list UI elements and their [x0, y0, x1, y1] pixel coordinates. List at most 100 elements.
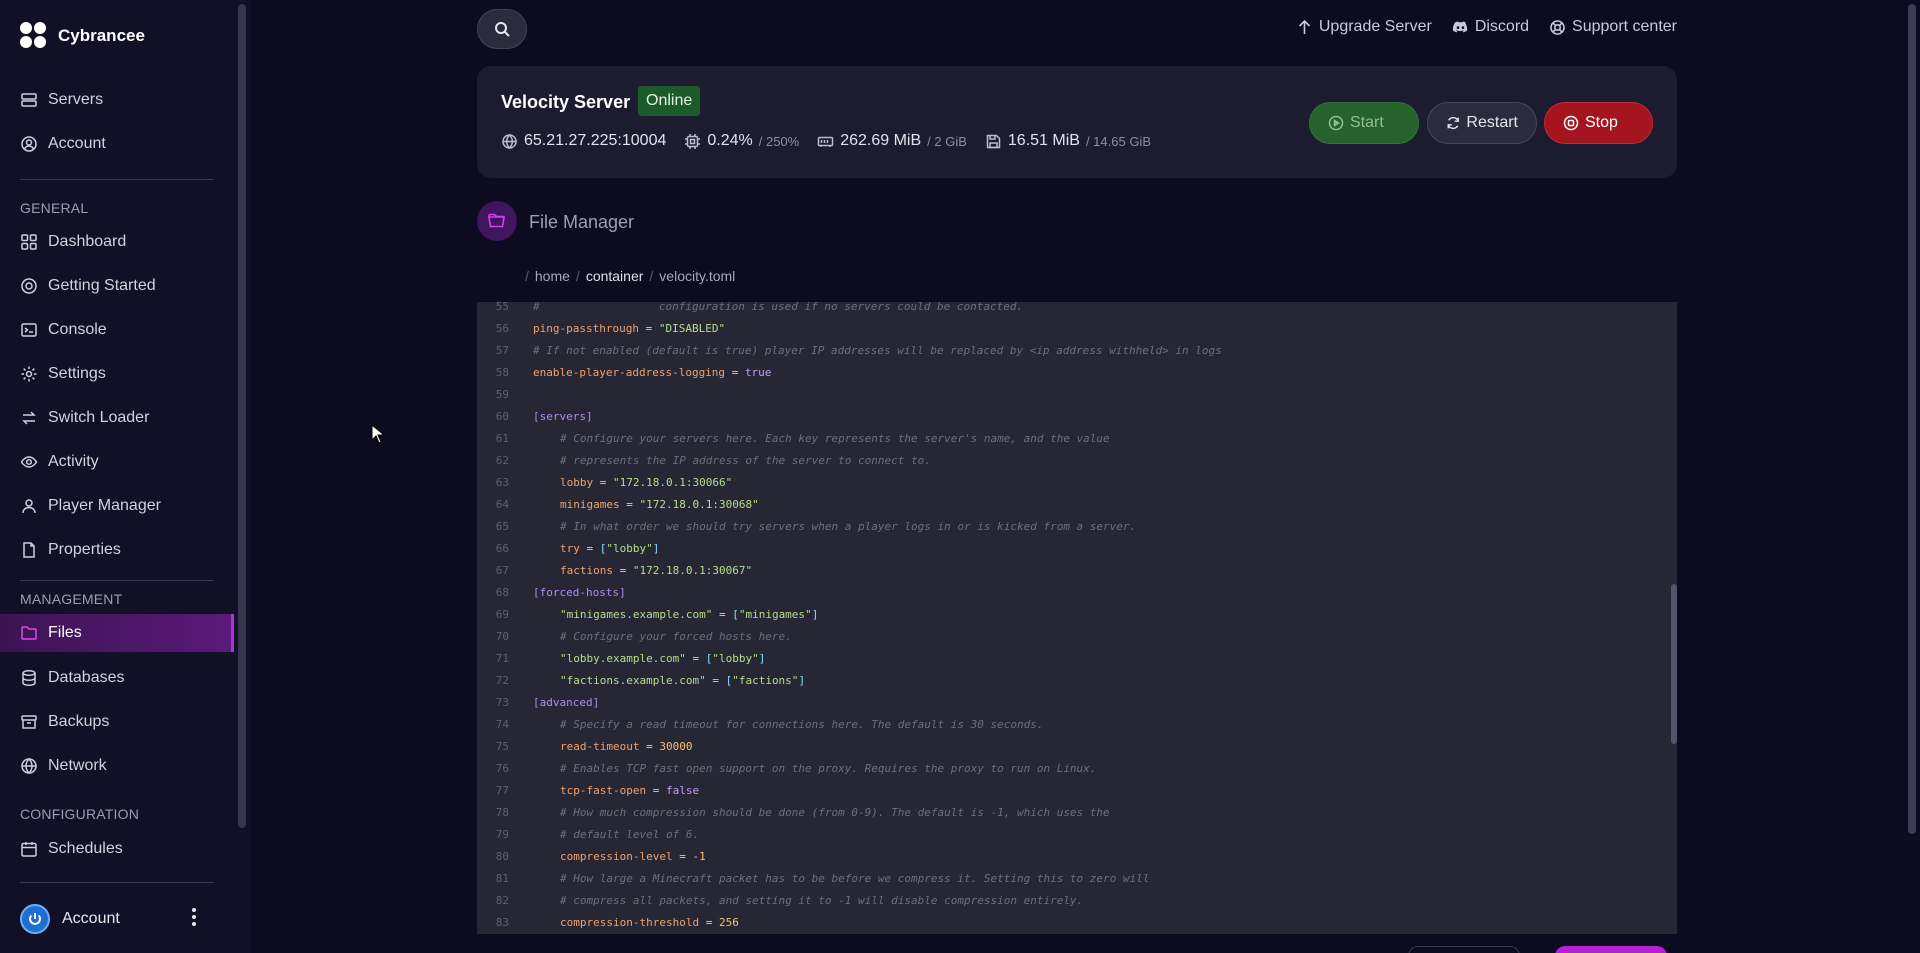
- more-options-icon[interactable]: [192, 908, 196, 926]
- folder-icon: [21, 626, 37, 640]
- mouse-cursor-icon: [371, 424, 385, 444]
- code-line[interactable]: 56 ping-passthrough = "DISABLED": [477, 317, 1677, 339]
- account-menu[interactable]: Account: [20, 901, 210, 937]
- line-number: 63: [495, 475, 509, 489]
- bottom-button-primary[interactable]: [1555, 946, 1667, 953]
- line-number: 67: [495, 563, 509, 577]
- divider: [20, 882, 214, 883]
- breadcrumb-container[interactable]: container: [586, 268, 644, 284]
- line-number: 69: [495, 607, 509, 621]
- sidebar-item-label: Dashboard: [48, 233, 127, 250]
- cpu-limit: / 250%: [758, 133, 800, 149]
- code-line[interactable]: 63 lobby = "172.18.0.1:30066": [477, 471, 1677, 493]
- code-line[interactable]: 65 # In what order we should try servers …: [477, 515, 1677, 537]
- code-line[interactable]: 79 # default level of 6.: [477, 823, 1677, 845]
- code-line[interactable]: 62 # represents the IP address of the ser…: [477, 449, 1677, 471]
- line-number: 78: [495, 805, 509, 819]
- sidebar-item-switch-loader[interactable]: Switch Loader: [20, 399, 234, 437]
- code-line[interactable]: 71 "lobby.example.com" = ["lobby"]: [477, 647, 1677, 669]
- line-number: 60: [495, 409, 509, 423]
- sidebar-item-backups[interactable]: Backups: [20, 703, 234, 741]
- sidebar-item-properties[interactable]: Properties: [20, 531, 234, 569]
- sidebar-item-databases[interactable]: Databases: [20, 659, 234, 697]
- support-center-link[interactable]: Support center: [1549, 18, 1677, 36]
- server-address: 65.21.27.225:10004: [524, 132, 667, 149]
- restart-button[interactable]: Restart: [1427, 102, 1537, 144]
- stop-button[interactable]: Stop: [1544, 102, 1653, 144]
- sidebar-item-console[interactable]: Console: [20, 311, 234, 349]
- line-number: 62: [495, 453, 509, 467]
- sidebar-item-schedules[interactable]: Schedules: [20, 830, 234, 868]
- code-line[interactable]: 64 minigames = "172.18.0.1:30068": [477, 493, 1677, 515]
- file-manager-icon: [477, 201, 517, 241]
- sidebar-item-dashboard[interactable]: Dashboard: [20, 223, 234, 261]
- code-line[interactable]: 59: [477, 383, 1677, 405]
- sidebar-item-account[interactable]: Account: [20, 125, 234, 163]
- search-icon: [494, 21, 510, 37]
- code-line[interactable]: 75 read-timeout = 30000: [477, 735, 1677, 757]
- line-number: 79: [495, 827, 509, 841]
- line-code: # In what order we should try servers wh…: [560, 519, 1137, 533]
- sidebar-item-network[interactable]: Network: [20, 747, 234, 785]
- code-line[interactable]: 66 try = ["lobby"]: [477, 537, 1677, 559]
- code-line[interactable]: 61 # Configure your servers here. Each ke…: [477, 427, 1677, 449]
- sidebar-item-player-manager[interactable]: Player Manager: [20, 487, 234, 525]
- line-number: 82: [495, 893, 509, 907]
- sidebar-item-label: Console: [48, 321, 107, 338]
- code-line[interactable]: 57 # If not enabled (default is true) pla…: [477, 339, 1677, 361]
- brand[interactable]: Cybrancee: [20, 22, 145, 50]
- sidebar-item-getting-started[interactable]: Getting Started: [20, 267, 234, 305]
- page-scrollbar[interactable]: [1908, 4, 1916, 834]
- line-code: try = ["lobby"]: [560, 541, 660, 555]
- code-line[interactable]: 69 "minigames.example.com" = ["minigames"…: [477, 603, 1677, 625]
- line-number: 81: [495, 871, 509, 885]
- sidebar-item-servers[interactable]: Servers: [20, 81, 234, 119]
- calendar-icon: [21, 842, 37, 857]
- breadcrumb-home[interactable]: home: [535, 268, 570, 284]
- start-button[interactable]: Start: [1309, 102, 1419, 144]
- code-line[interactable]: 67 factions = "172.18.0.1:30067": [477, 559, 1677, 581]
- sidebar-scrollbar[interactable]: [238, 4, 246, 828]
- sidebar-item-label: Databases: [48, 669, 125, 686]
- code-line[interactable]: 80 compression-level = -1: [477, 845, 1677, 867]
- sidebar-item-label: Switch Loader: [48, 409, 150, 426]
- code-line[interactable]: 82 # compress all packets, and setting it…: [477, 889, 1677, 911]
- line-number: 55: [495, 302, 509, 313]
- page-title: File Manager: [529, 212, 635, 232]
- divider: [20, 580, 214, 581]
- discord-link[interactable]: Discord: [1452, 18, 1529, 36]
- code-line[interactable]: 73 [advanced]: [477, 691, 1677, 713]
- line-number: 61: [495, 431, 509, 445]
- sidebar-item-settings[interactable]: Settings: [20, 355, 234, 393]
- line-code: enable-player-address-logging = true: [533, 365, 772, 379]
- code-line[interactable]: 83 compression-threshold = 256: [477, 911, 1677, 933]
- cpu-icon: [685, 133, 701, 149]
- code-line[interactable]: 60 [servers]: [477, 405, 1677, 427]
- line-number: 68: [495, 585, 509, 599]
- code-line[interactable]: 76 # Enables TCP fast open support on the…: [477, 757, 1677, 779]
- line-code: tcp-fast-open = false: [560, 783, 700, 797]
- sidebar-item-activity[interactable]: Activity: [20, 443, 234, 481]
- code-line[interactable]: 77 tcp-fast-open = false: [477, 779, 1677, 801]
- code-line[interactable]: 68 [forced-hosts]: [477, 581, 1677, 603]
- code-line[interactable]: 74 # Specify a read timeout for connectio…: [477, 713, 1677, 735]
- sidebar-item-files[interactable]: Files: [0, 614, 234, 652]
- sidebar-item-label: Player Manager: [48, 497, 161, 514]
- bottom-button-outline[interactable]: [1408, 946, 1520, 953]
- code-editor[interactable]: 55 # configuration is used if no servers …: [477, 302, 1677, 934]
- line-code: # How large a Minecraft packet has to be…: [560, 871, 1150, 885]
- code-line[interactable]: 58 enable-player-address-logging = true: [477, 361, 1677, 383]
- lifebuoy-icon: [21, 278, 37, 294]
- code-line[interactable]: 55 # configuration is used if no servers …: [477, 302, 1677, 317]
- top-links: Upgrade Server Discord Support center: [1296, 18, 1677, 36]
- code-line[interactable]: 81 # How large a Minecraft packet has to …: [477, 867, 1677, 889]
- eye-icon: [20, 456, 38, 468]
- code-line[interactable]: 72 "factions.example.com" = ["factions"]: [477, 669, 1677, 691]
- code-line[interactable]: 70 # Configure your forced hosts here.: [477, 625, 1677, 647]
- stop-circle-icon: [1563, 115, 1579, 131]
- grid-icon: [21, 234, 37, 250]
- code-line[interactable]: 78 # How much compression should be done …: [477, 801, 1677, 823]
- upgrade-server-link[interactable]: Upgrade Server: [1296, 18, 1432, 36]
- stat-address[interactable]: 65.21.27.225:10004: [501, 132, 666, 150]
- search-button[interactable]: [477, 9, 527, 49]
